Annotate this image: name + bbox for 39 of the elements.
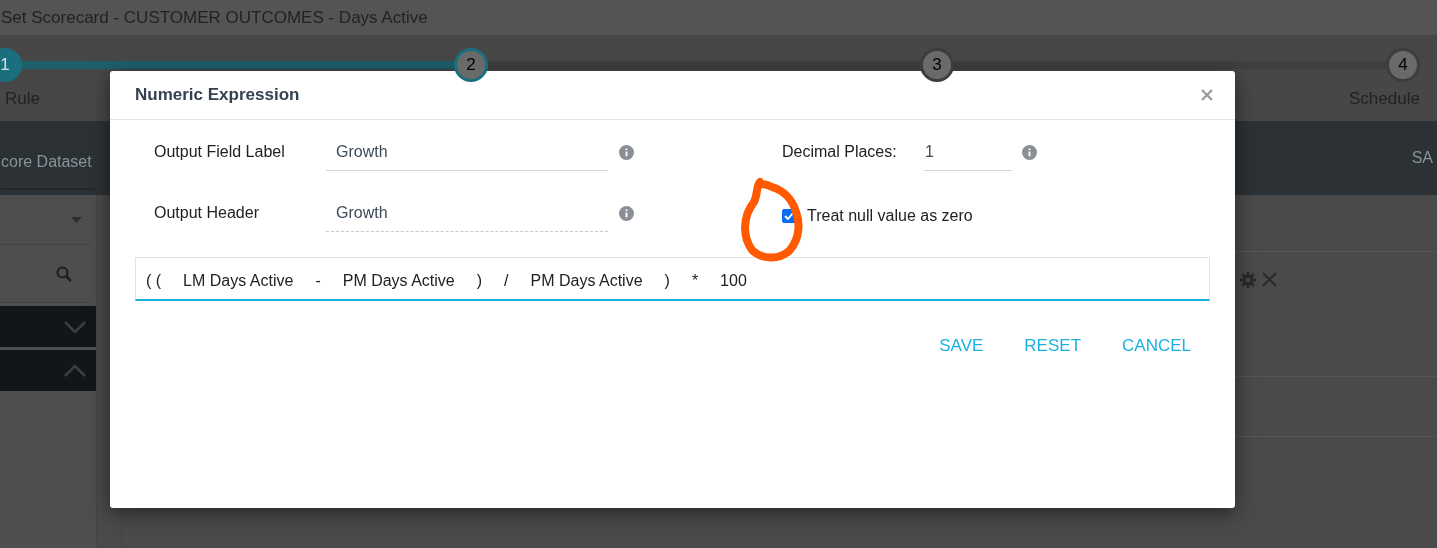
expression-token: -: [315, 271, 321, 291]
expression-token: ): [664, 271, 670, 291]
dialog-button[interactable]: SAVE: [939, 333, 984, 359]
expression-token: PM Days Active: [342, 271, 455, 291]
expression-token: /: [504, 271, 509, 291]
expression-field[interactable]: ( ( LM Days Active - PM Days Active ) / PM Days Active ) * 100: [135, 257, 1210, 301]
text-field[interactable]: Growth: [326, 194, 608, 232]
close-button[interactable]: [1199, 87, 1215, 103]
close-icon[interactable]: [1262, 272, 1277, 287]
decimal-places-field[interactable]: 1: [924, 133, 1012, 171]
settings-icon[interactable]: [1240, 272, 1256, 288]
checkbox-label: Treat null value as zero: [807, 205, 973, 226]
info-icon: [619, 144, 634, 160]
step-marker[interactable]: 4: [1386, 48, 1420, 82]
dataset-tab[interactable]: core Dataset: [1, 126, 94, 190]
info-icon: [1022, 144, 1037, 160]
expression-token: ( (: [146, 271, 162, 291]
step-marker[interactable]: 3: [920, 48, 954, 82]
search-icon[interactable]: [56, 265, 72, 282]
dialog-button[interactable]: CANCEL: [1122, 333, 1191, 359]
step-marker[interactable]: 2: [454, 48, 488, 82]
sidebar-section[interactable]: [0, 350, 96, 391]
toolbar-action[interactable]: SA: [1411, 146, 1433, 170]
text-field[interactable]: Growth: [326, 133, 608, 171]
dialog-title: Numeric Expression: [135, 84, 300, 107]
expression-token: 100: [720, 271, 747, 291]
expression-token: *: [691, 271, 699, 291]
step-marker[interactable]: 1: [0, 48, 22, 82]
close-icon: [1201, 89, 1213, 101]
sidebar-section[interactable]: [0, 306, 96, 347]
field-label: Output Field Label: [154, 142, 286, 162]
caret-icon[interactable]: [71, 216, 82, 223]
field-label: Decimal Places:: [782, 142, 898, 162]
info-icon: [619, 205, 634, 221]
expression-token: PM Days Active: [530, 271, 643, 291]
expression-token: ): [476, 271, 483, 291]
field-label: Output Header: [154, 203, 260, 223]
expression-token: LM Days Active: [183, 271, 294, 291]
dialog-button[interactable]: RESET: [1024, 333, 1082, 359]
